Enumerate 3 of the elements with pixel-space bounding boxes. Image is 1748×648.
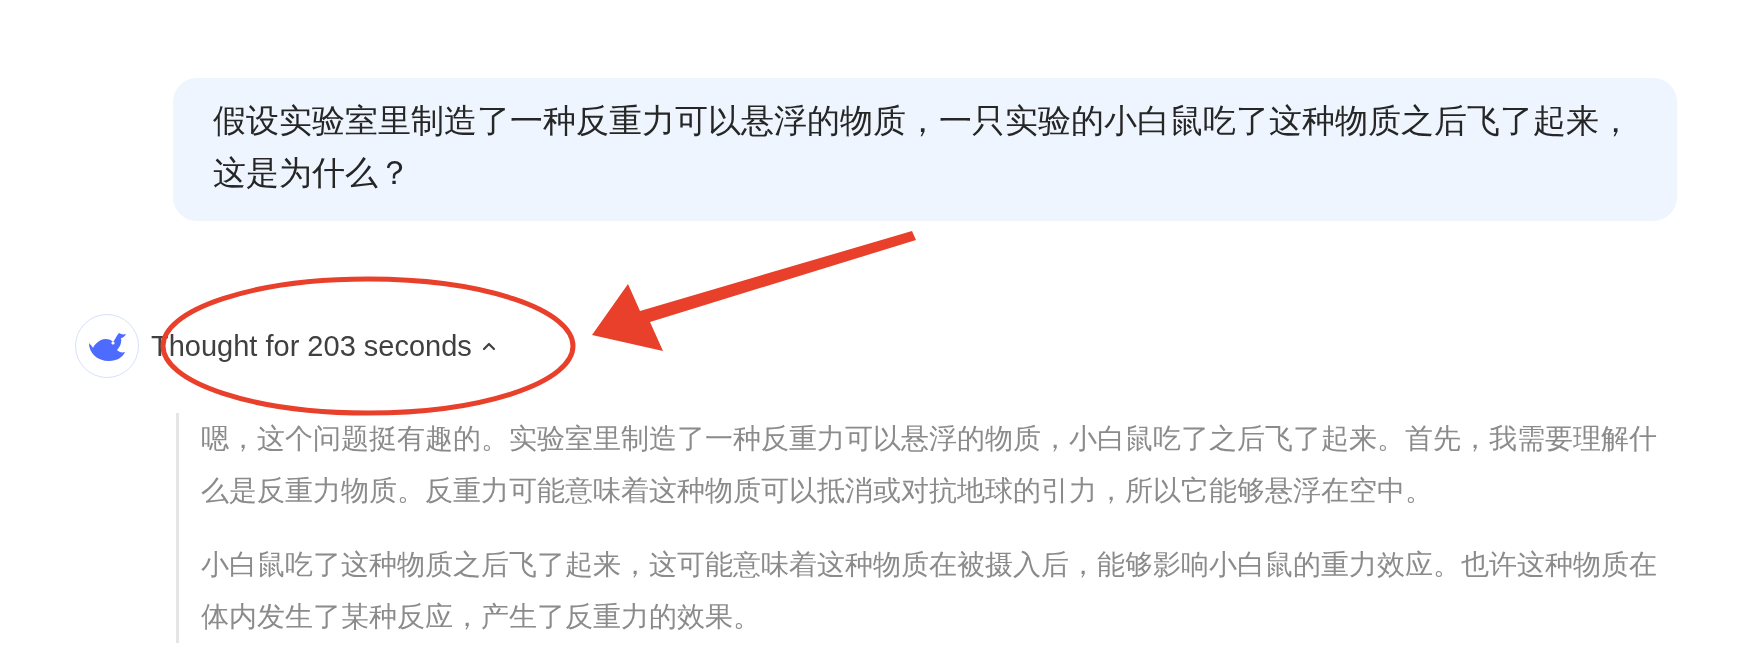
thinking-paragraph: 小白鼠吃了这种物质之后飞了起来，这可能意味着这种物质在被摄入后，能够影响小白鼠的重力效应。也许这种物质在体内发生了某种反应，产生了反重力的效果。 xyxy=(201,548,1658,634)
user-message: 假设实验室里制造了一种反重力可以悬浮的物质，一只实验的小白鼠吃了这种物质之后飞了起来，这是为什么？ xyxy=(173,78,1677,221)
thinking-paragraph: 嗯，这个问题挺有趣的。实验室里制造了一种反重力可以悬浮的物质，小白鼠吃了之后飞了起来。首先，我需要理解什么是反重力物质。反重力可能意味着这种物质可以抵消或对抗地球的引力，所以它能够悬浮在空中。 xyxy=(201,422,1658,508)
